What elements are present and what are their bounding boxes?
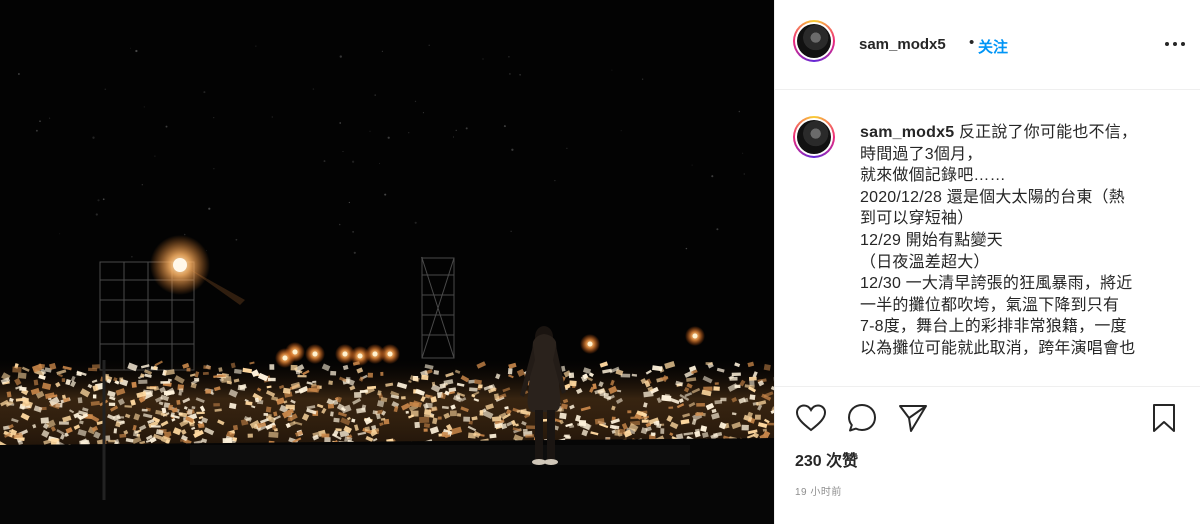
comment-bubble-icon[interactable] [845, 401, 879, 435]
instagram-post-view: sam_modx5 • 关注 sam_modx5 反正說了你可能也不信， 時間過… [0, 0, 1200, 524]
header-separator: • [969, 34, 975, 51]
likes-count[interactable]: 230 次赞 [795, 447, 858, 471]
post-caption: sam_modx5 反正說了你可能也不信， 時間過了3個月， 就來做個記錄吧……… [860, 122, 1180, 360]
header-username[interactable]: sam_modx5 [859, 36, 946, 53]
caption-line: 12/29 開始有點變天 [860, 231, 1003, 249]
caption-line: 時間過了3個月， [860, 145, 983, 163]
caption-line: 以為攤位可能就此取消，跨年演唱會也 [860, 339, 1136, 357]
bookmark-icon[interactable] [1147, 401, 1181, 435]
post-actions: 230 次赞 19 小时前 [775, 386, 1200, 524]
caption-line: 反正說了你可能也不信， [958, 124, 1138, 141]
caption-avatar[interactable] [793, 116, 835, 158]
caption-line: 一半的攤位都吹垮，氣溫下降到只有 [860, 296, 1120, 314]
caption-area: sam_modx5 反正說了你可能也不信， 時間過了3個月， 就來做個記錄吧……… [775, 90, 1200, 386]
caption-line: 就來做個記錄吧…… [860, 167, 1006, 185]
caption-line: （日夜溫差超大） [860, 253, 990, 271]
concert-scene-image [0, 0, 774, 524]
paper-plane-icon[interactable] [896, 401, 930, 435]
caption-line: 7-8度，舞台上的彩排非常狼籍，一度 [860, 318, 1127, 336]
caption-username[interactable]: sam_modx5 [860, 124, 954, 141]
heart-icon[interactable] [794, 401, 828, 435]
caption-line: 到可以穿短袖） [860, 210, 974, 228]
post-side-panel: sam_modx5 • 关注 sam_modx5 反正說了你可能也不信， 時間過… [774, 0, 1200, 524]
post-timestamp[interactable]: 19 小时前 [795, 483, 842, 498]
post-photo[interactable] [0, 0, 774, 524]
post-header: sam_modx5 • 关注 [775, 0, 1200, 90]
caption-line: 12/30 一大清早誇張的狂風暴雨，將近 [860, 275, 1133, 293]
user-avatar[interactable] [793, 20, 835, 62]
more-options-icon[interactable] [1163, 36, 1187, 52]
follow-button[interactable]: 关注 [978, 36, 1008, 57]
caption-line: 2020/12/28 還是個大太陽的台東（熱 [860, 188, 1125, 206]
